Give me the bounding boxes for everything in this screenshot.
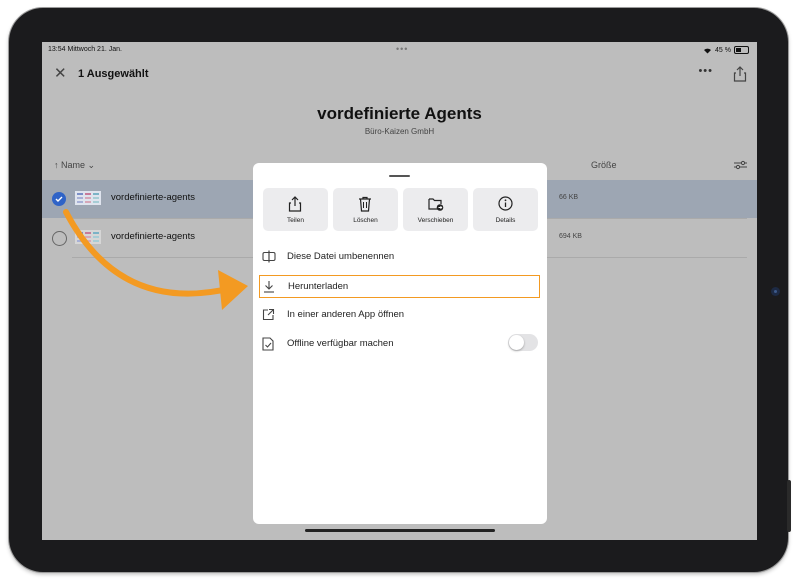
annotation-arrow-icon (63, 209, 248, 310)
